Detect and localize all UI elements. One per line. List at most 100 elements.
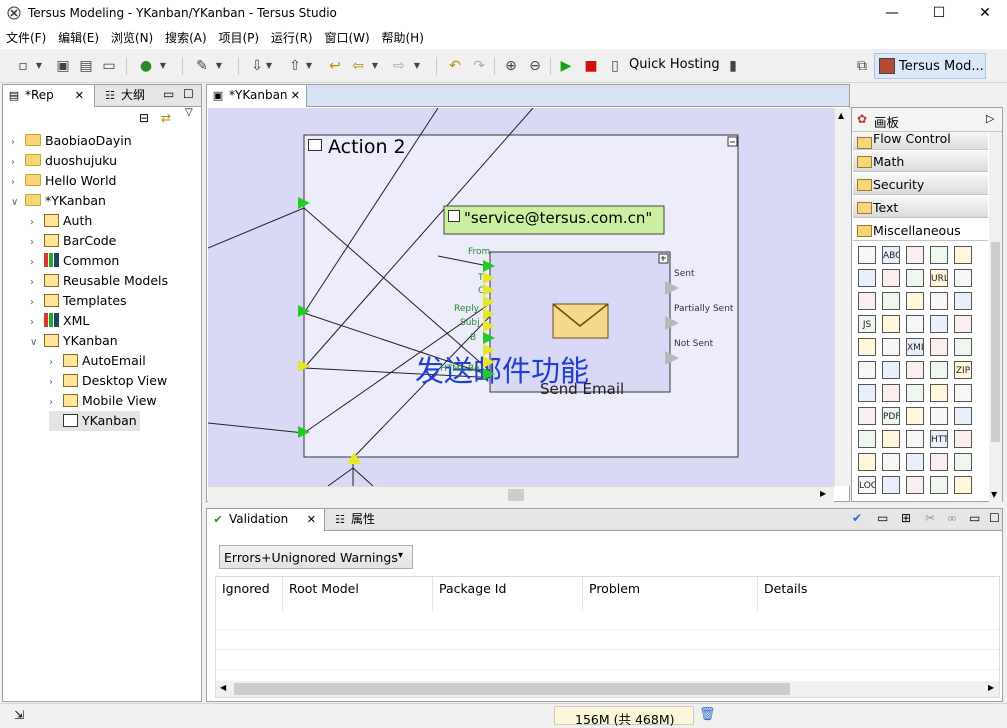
palette-tool-icon[interactable] [906, 384, 924, 402]
table-horizontal-scrollbar[interactable]: ◀ ▶ [216, 681, 999, 697]
output-port-not-sent[interactable] [665, 351, 679, 365]
menu-window[interactable]: 窗口(W) [320, 27, 373, 49]
open-perspective-icon[interactable]: ⧉ [853, 57, 871, 75]
palette-tool-icon[interactable] [930, 315, 948, 333]
tree-item[interactable]: › Mobile View [49, 391, 157, 411]
horizontal-scrollbar[interactable]: ▶ [208, 486, 834, 502]
chevron-right-icon[interactable]: › [11, 133, 25, 153]
palette-tool-icon[interactable] [906, 269, 924, 287]
palette-tool-icon[interactable] [858, 453, 876, 471]
palette-tool-icon[interactable] [906, 476, 924, 494]
email-input-port[interactable] [483, 284, 495, 296]
palette-tool-icon[interactable] [858, 407, 876, 425]
run-external-icon[interactable]: ● [137, 57, 155, 75]
palette-tool-icon[interactable]: HTTP [930, 430, 948, 448]
output-port-sent[interactable] [665, 281, 679, 295]
wand-dropdown-icon[interactable]: ▼ [214, 57, 224, 75]
trash-icon[interactable]: 🗑 [699, 707, 716, 722]
chevron-right-icon[interactable]: › [11, 173, 25, 193]
palette-tool-icon[interactable]: URL [930, 269, 948, 287]
palette-tool-icon[interactable] [858, 384, 876, 402]
trigger-port[interactable] [347, 452, 361, 464]
palette-tool-icon[interactable] [954, 407, 972, 425]
action-input-port[interactable] [298, 426, 310, 438]
quick-hosting-button[interactable]: Quick Hosting [629, 57, 720, 72]
link-editor-icon[interactable]: ⇄ [161, 111, 171, 125]
menu-navigate[interactable]: 浏览(N) [107, 27, 157, 49]
filter-select[interactable]: Errors+Unignored Warnings ▾ [219, 545, 413, 569]
palette-tool-icon[interactable] [906, 453, 924, 471]
menu-file[interactable]: 文件(F) [2, 27, 50, 49]
menu-edit[interactable]: 编辑(E) [54, 27, 103, 49]
output-port-partially-sent[interactable] [665, 316, 679, 330]
column-problem[interactable]: Problem [583, 577, 758, 611]
palette-tool-icon[interactable] [954, 269, 972, 287]
tree-item[interactable]: › Hello World [11, 171, 116, 191]
column-root-model[interactable]: Root Model [283, 577, 433, 611]
menu-search[interactable]: 搜索(A) [161, 27, 211, 49]
menu-help[interactable]: 帮助(H) [378, 27, 428, 49]
palette-tool-icon[interactable] [954, 430, 972, 448]
chevron-right-icon[interactable]: › [30, 313, 44, 333]
palette-tool-icon[interactable]: LOG [858, 476, 876, 494]
tab-outline[interactable]: ☷ 大纲 [99, 85, 159, 107]
action-input-port[interactable] [298, 360, 310, 372]
chevron-right-icon[interactable]: › [30, 233, 44, 253]
action-input-port[interactable] [298, 305, 310, 317]
palette-tool-icon[interactable]: JS [858, 315, 876, 333]
email-input-port[interactable] [483, 296, 495, 308]
palette-tool-icon[interactable] [858, 430, 876, 448]
chevron-right-icon[interactable]: › [11, 153, 25, 173]
palette-tool-icon[interactable] [906, 361, 924, 379]
palette-tool-icon[interactable] [954, 384, 972, 402]
remove-icon[interactable]: ✂ [925, 511, 935, 525]
save-icon[interactable]: ▣ [54, 57, 72, 75]
palette-category-flow-control[interactable]: Flow Control [853, 132, 988, 150]
table-scroll-thumb[interactable] [234, 683, 790, 695]
chevron-down-icon[interactable]: ∨ [11, 193, 25, 213]
close-button[interactable]: ✕ [962, 0, 1007, 27]
palette-tool-icon[interactable] [882, 315, 900, 333]
new-icon[interactable]: ▫ [14, 57, 32, 75]
tree-item[interactable]: › AutoEmail [49, 351, 146, 371]
minimize-validation-icon[interactable]: ▭ [969, 511, 980, 525]
play-icon[interactable]: ▶ [557, 57, 575, 75]
palette-collapse-icon[interactable]: ▷ [986, 112, 994, 125]
tree-item[interactable]: › BarCode [30, 231, 116, 251]
palette-scroll-down-icon[interactable]: ▼ [991, 490, 997, 499]
palette-tool-icon[interactable] [906, 315, 924, 333]
vertical-scrollbar[interactable]: ▲ [834, 108, 850, 486]
palette-tool-icon[interactable] [858, 338, 876, 356]
run-external-dropdown-icon[interactable]: ▼ [158, 57, 168, 75]
palette-tool-icon[interactable] [858, 361, 876, 379]
forward-icon[interactable]: ⇨ [390, 57, 408, 75]
email-input-port[interactable] [483, 332, 495, 344]
column-details[interactable]: Details [758, 577, 999, 611]
close-validation-tab-icon[interactable]: ✕ [307, 509, 316, 530]
tab-properties[interactable]: ☷ 属性 [329, 509, 389, 531]
palette-tool-icon[interactable] [954, 315, 972, 333]
maximize-view-icon[interactable]: ☐ [183, 87, 194, 101]
action-title[interactable]: Action 2 [328, 136, 406, 158]
prev-annotation-icon[interactable]: ⇧ [286, 57, 304, 75]
zoom-out-icon[interactable]: ⊖ [526, 57, 544, 75]
palette-tool-icon[interactable]: ZIP [954, 361, 972, 379]
palette-tool-icon[interactable] [954, 476, 972, 494]
palette-tool-icon[interactable] [882, 384, 900, 402]
palette-tool-icon[interactable] [930, 407, 948, 425]
palette-tool-icon[interactable] [906, 430, 924, 448]
palette-tool-icon[interactable] [930, 384, 948, 402]
palette-tool-icon[interactable] [882, 292, 900, 310]
tree-item[interactable]: › Common [30, 251, 119, 271]
prev-annotation-dropdown-icon[interactable]: ▼ [304, 57, 314, 75]
tab-validation[interactable]: ✔ Validation ✕ [207, 509, 325, 531]
palette-category-text[interactable]: Text [853, 197, 988, 218]
table-scroll-left-icon[interactable]: ◀ [220, 683, 226, 692]
palette-tool-icon[interactable] [882, 453, 900, 471]
new-dropdown-icon[interactable]: ▼ [34, 57, 44, 75]
tree-item[interactable]: › Auth [30, 211, 92, 231]
tree-item[interactable]: YKanban [49, 411, 140, 431]
tab-repository[interactable]: ▤ *Rep ✕ [3, 85, 95, 107]
palette-tool-icon[interactable] [954, 338, 972, 356]
back-icon[interactable]: ⇦ [349, 57, 367, 75]
